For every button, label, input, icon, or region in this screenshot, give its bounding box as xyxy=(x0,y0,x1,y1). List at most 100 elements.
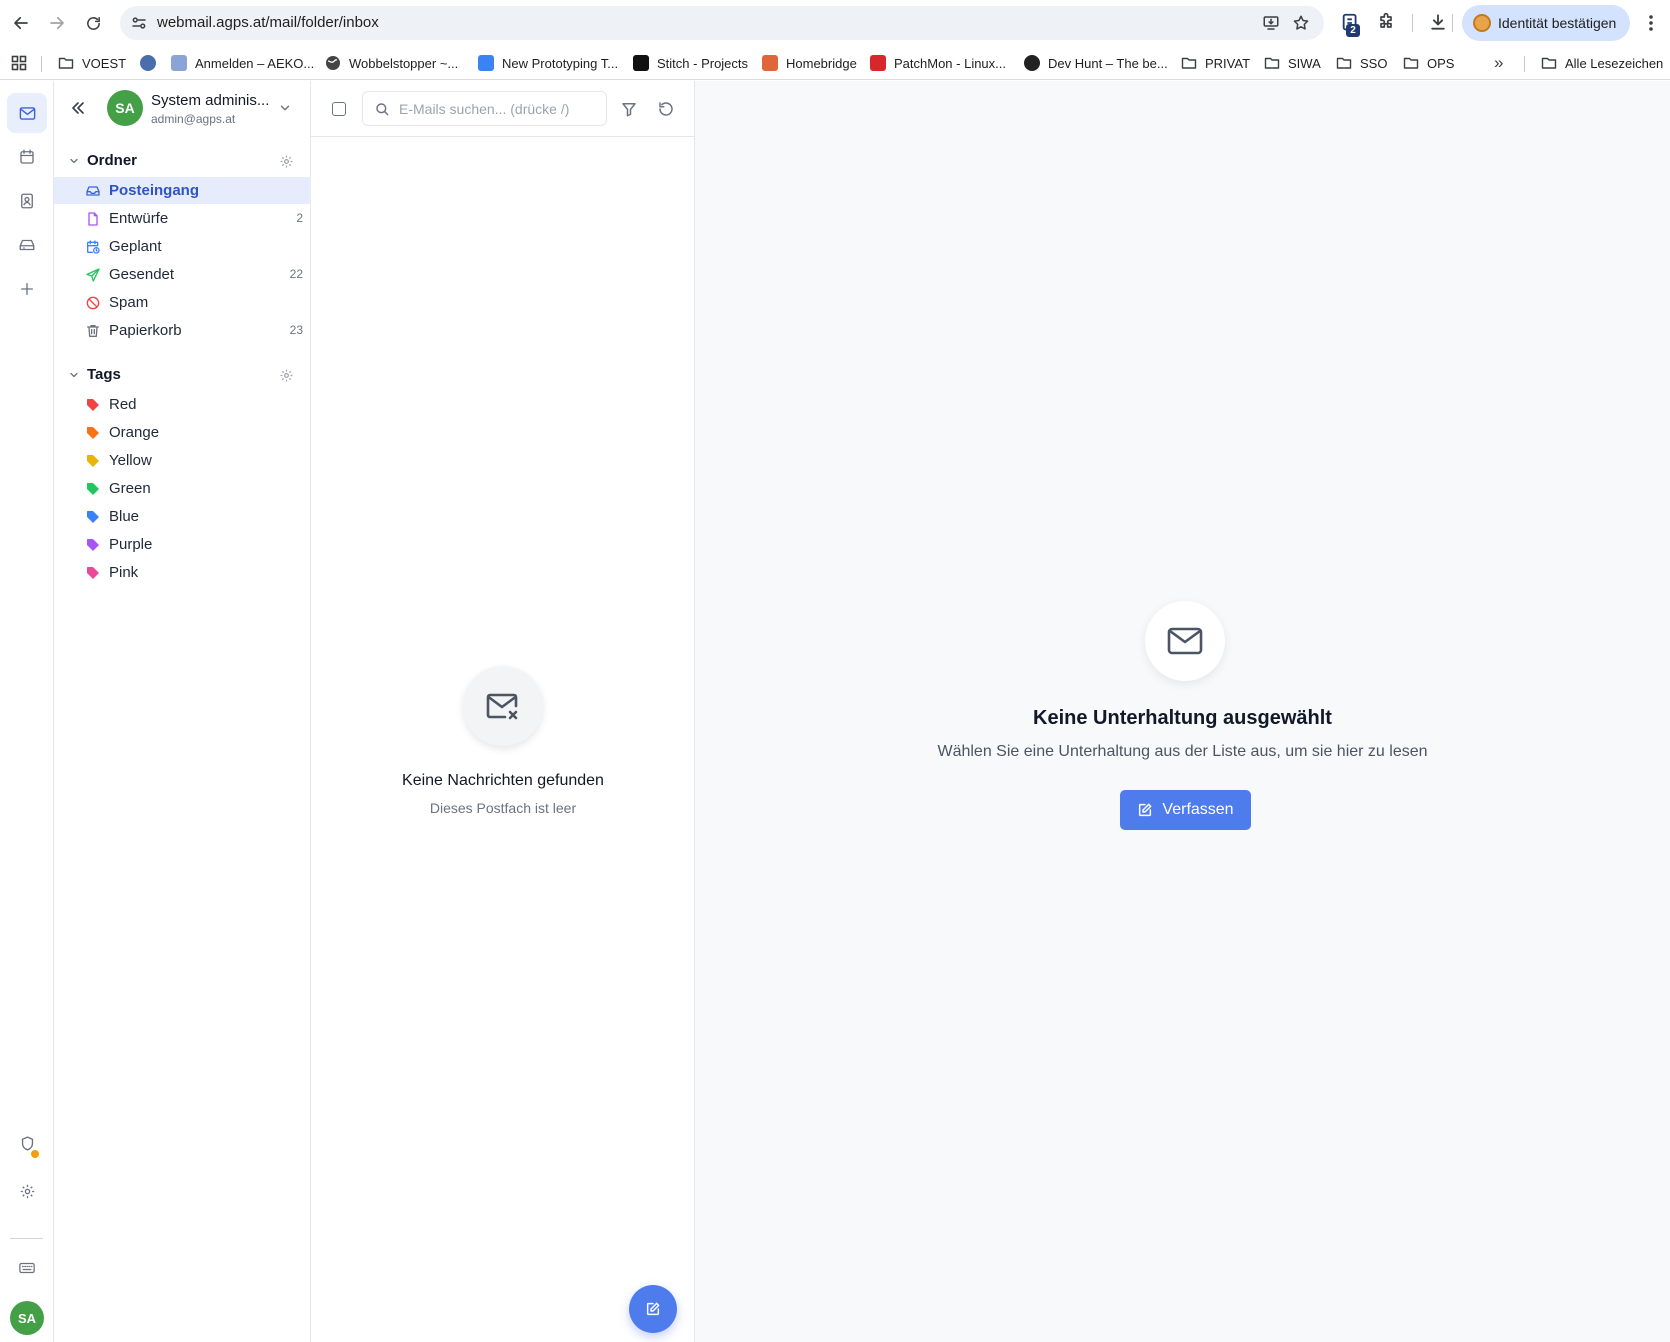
bookmark-folder-voest[interactable]: VOEST xyxy=(58,53,126,73)
bookmark-patchmon[interactable]: PatchMon - Linux... xyxy=(870,53,1006,73)
puzzle-extensions-icon[interactable] xyxy=(1376,12,1398,34)
folder-item-posteingang[interactable]: Posteingang xyxy=(54,177,311,204)
folder-item-gesendet[interactable]: Gesendet 22 xyxy=(54,261,311,288)
message-list-pane: Keine Nachrichten gefunden Dieses Postfa… xyxy=(311,81,695,1342)
tag-label: Purple xyxy=(109,536,153,553)
bookmark-stitch-projects[interactable]: Stitch - Projects xyxy=(633,53,748,73)
chevron-down-icon xyxy=(68,155,80,167)
tag-item-yellow[interactable]: Yellow xyxy=(54,447,311,474)
globe-icon xyxy=(326,56,340,70)
bookmarks-bar: VOEST Anmelden – AEKO... Wobbelstopper ~… xyxy=(0,46,1670,80)
folder-icon xyxy=(1181,57,1197,69)
app-rail: SA xyxy=(0,81,54,1342)
tag-icon xyxy=(87,539,99,551)
plus-icon xyxy=(21,283,33,295)
folder-item-papierkorb[interactable]: Papierkorb 23 xyxy=(54,317,311,344)
toolbar-divider xyxy=(1452,14,1453,32)
back-icon[interactable] xyxy=(9,11,33,35)
shield-icon xyxy=(21,1135,33,1151)
folder-label: Entwürfe xyxy=(109,210,169,227)
bookmark-label: Alle Lesezeichen xyxy=(1565,55,1664,71)
rail-storage-button[interactable] xyxy=(7,225,47,265)
rail-mail-button[interactable] xyxy=(7,93,47,133)
folder-item-geplant[interactable]: Geplant xyxy=(54,233,311,260)
bookmark-wobbelstopper[interactable]: Wobbelstopper ~... xyxy=(325,53,458,73)
tag-item-red[interactable]: Red xyxy=(54,391,311,418)
folder-settings-gear-icon[interactable] xyxy=(279,154,294,169)
address-bar[interactable]: webmail.agps.at/mail/folder/inbox xyxy=(120,6,1324,40)
tag-item-orange[interactable]: Orange xyxy=(54,419,311,446)
tag-settings-gear-icon[interactable] xyxy=(279,368,294,383)
all-bookmarks-button[interactable]: Alle Lesezeichen xyxy=(1541,53,1663,73)
trash-icon xyxy=(87,325,99,337)
tags-section-header[interactable]: Tags xyxy=(54,362,311,388)
bookmark-folder-siwa[interactable]: SIWA xyxy=(1264,53,1321,73)
filter-icon[interactable] xyxy=(620,100,638,118)
search-icon xyxy=(376,103,389,116)
refresh-icon[interactable] xyxy=(657,100,675,118)
reload-icon[interactable] xyxy=(81,11,105,35)
install-app-icon[interactable] xyxy=(1262,14,1280,32)
tag-icon xyxy=(87,511,99,523)
search-box[interactable] xyxy=(362,91,607,126)
user-avatar[interactable]: SA xyxy=(10,1301,44,1335)
bookmark-anmelden-aeko[interactable]: Anmelden – AEKO... xyxy=(171,53,314,73)
bookmark-folder-sso[interactable]: SSO xyxy=(1336,53,1387,73)
search-input[interactable] xyxy=(399,99,599,119)
rail-contacts-button[interactable] xyxy=(7,181,47,221)
rail-security-button[interactable] xyxy=(7,1123,47,1163)
account-name[interactable]: System adminis... xyxy=(151,92,269,109)
tag-icon xyxy=(87,567,99,579)
collapse-sidebar-icon[interactable] xyxy=(68,98,88,118)
bookmark-folder-privat[interactable]: PRIVAT xyxy=(1181,53,1250,73)
tag-item-pink[interactable]: Pink xyxy=(54,559,311,586)
url-text[interactable]: webmail.agps.at/mail/folder/inbox xyxy=(157,14,379,31)
folders-section-header[interactable]: Ordner xyxy=(54,148,311,174)
bookmark-favicon-icon xyxy=(478,55,494,71)
account-email: admin@agps.at xyxy=(151,112,236,126)
bookmark-label: SIWA xyxy=(1288,55,1321,71)
bookmark-favicon-icon xyxy=(762,55,778,71)
bookmark-label: Stitch - Projects xyxy=(657,55,749,71)
rail-calendar-button[interactable] xyxy=(7,137,47,177)
bookmark-folder-ops[interactable]: OPS xyxy=(1403,53,1454,73)
tag-label: Yellow xyxy=(109,452,152,469)
tag-label: Pink xyxy=(109,564,139,581)
bookmark-dev-hunt[interactable]: Dev Hunt – The be... xyxy=(1024,53,1168,73)
tag-item-blue[interactable]: Blue xyxy=(54,503,311,530)
bookmark-new-prototyping[interactable]: New Prototyping T... xyxy=(478,53,618,73)
no-conversation-subtitle: Wählen Sie eine Unterhaltung aus der Lis… xyxy=(937,743,1428,760)
identity-label: Identität bestätigen xyxy=(1498,15,1617,31)
site-info-icon[interactable] xyxy=(130,14,148,32)
bookmark-label: Dev Hunt – The be... xyxy=(1048,55,1168,71)
more-bookmarks-button[interactable]: » xyxy=(1494,53,1503,73)
tag-label: Green xyxy=(109,480,151,497)
tag-label: Red xyxy=(109,396,137,413)
apps-grid-icon[interactable] xyxy=(11,53,27,73)
account-avatar[interactable]: SA xyxy=(107,90,143,126)
drive-icon xyxy=(19,239,35,251)
rail-add-button[interactable] xyxy=(7,269,47,309)
tag-item-purple[interactable]: Purple xyxy=(54,531,311,558)
download-icon[interactable] xyxy=(1428,12,1450,34)
bookmark-homebridge[interactable]: Homebridge xyxy=(762,53,857,73)
tag-icon xyxy=(87,455,99,467)
folder-item-entwuerfe[interactable]: Entwürfe 2 xyxy=(54,205,311,232)
compose-fab-button[interactable] xyxy=(629,1285,677,1333)
tag-item-green[interactable]: Green xyxy=(54,475,311,502)
browser-menu-icon[interactable] xyxy=(1648,13,1654,33)
bookmark-star-icon[interactable] xyxy=(1292,14,1310,32)
calendar-icon xyxy=(20,149,34,164)
forward-icon[interactable] xyxy=(45,11,69,35)
mail-x-icon xyxy=(463,666,543,746)
select-all-checkbox[interactable] xyxy=(332,102,346,116)
rail-keyboard-button[interactable] xyxy=(7,1248,47,1288)
folder-item-spam[interactable]: Spam xyxy=(54,289,311,316)
identity-verify-button[interactable]: Identität bestätigen xyxy=(1462,5,1630,41)
folder-icon xyxy=(58,57,74,69)
bookmark-favicon-only[interactable] xyxy=(140,53,164,73)
list-toolbar xyxy=(311,81,695,137)
compose-button[interactable]: Verfassen xyxy=(1120,790,1251,830)
rail-settings-button[interactable] xyxy=(7,1171,47,1211)
account-switcher-chevron-icon[interactable] xyxy=(278,101,292,115)
